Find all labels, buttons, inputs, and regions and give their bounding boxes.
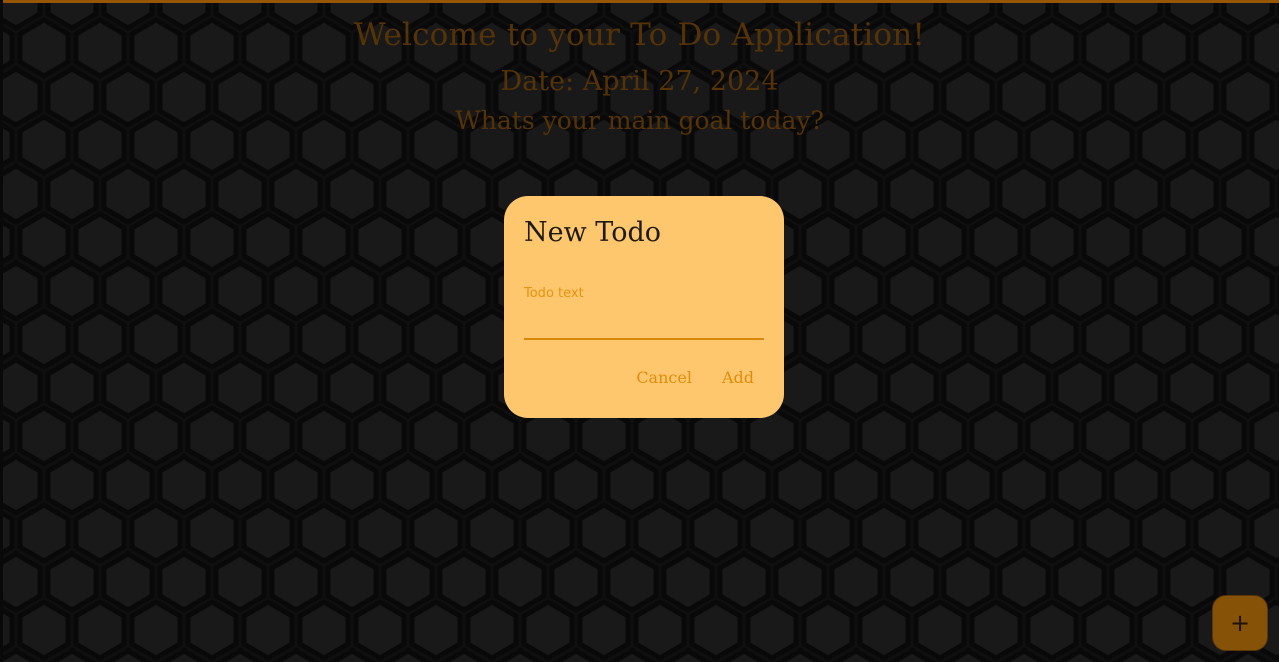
dialog-actions: Cancel Add bbox=[628, 366, 762, 389]
todo-text-field[interactable]: Todo text bbox=[524, 282, 764, 340]
new-todo-dialog: New Todo Todo text Cancel Add bbox=[504, 196, 784, 418]
todo-text-input[interactable] bbox=[524, 310, 764, 334]
add-todo-fab[interactable]: + bbox=[1212, 595, 1268, 651]
todo-text-label: Todo text bbox=[524, 286, 584, 301]
add-button[interactable]: Add bbox=[714, 366, 762, 389]
dialog-title: New Todo bbox=[524, 217, 662, 248]
cancel-button[interactable]: Cancel bbox=[628, 366, 700, 389]
plus-icon: + bbox=[1229, 609, 1251, 637]
